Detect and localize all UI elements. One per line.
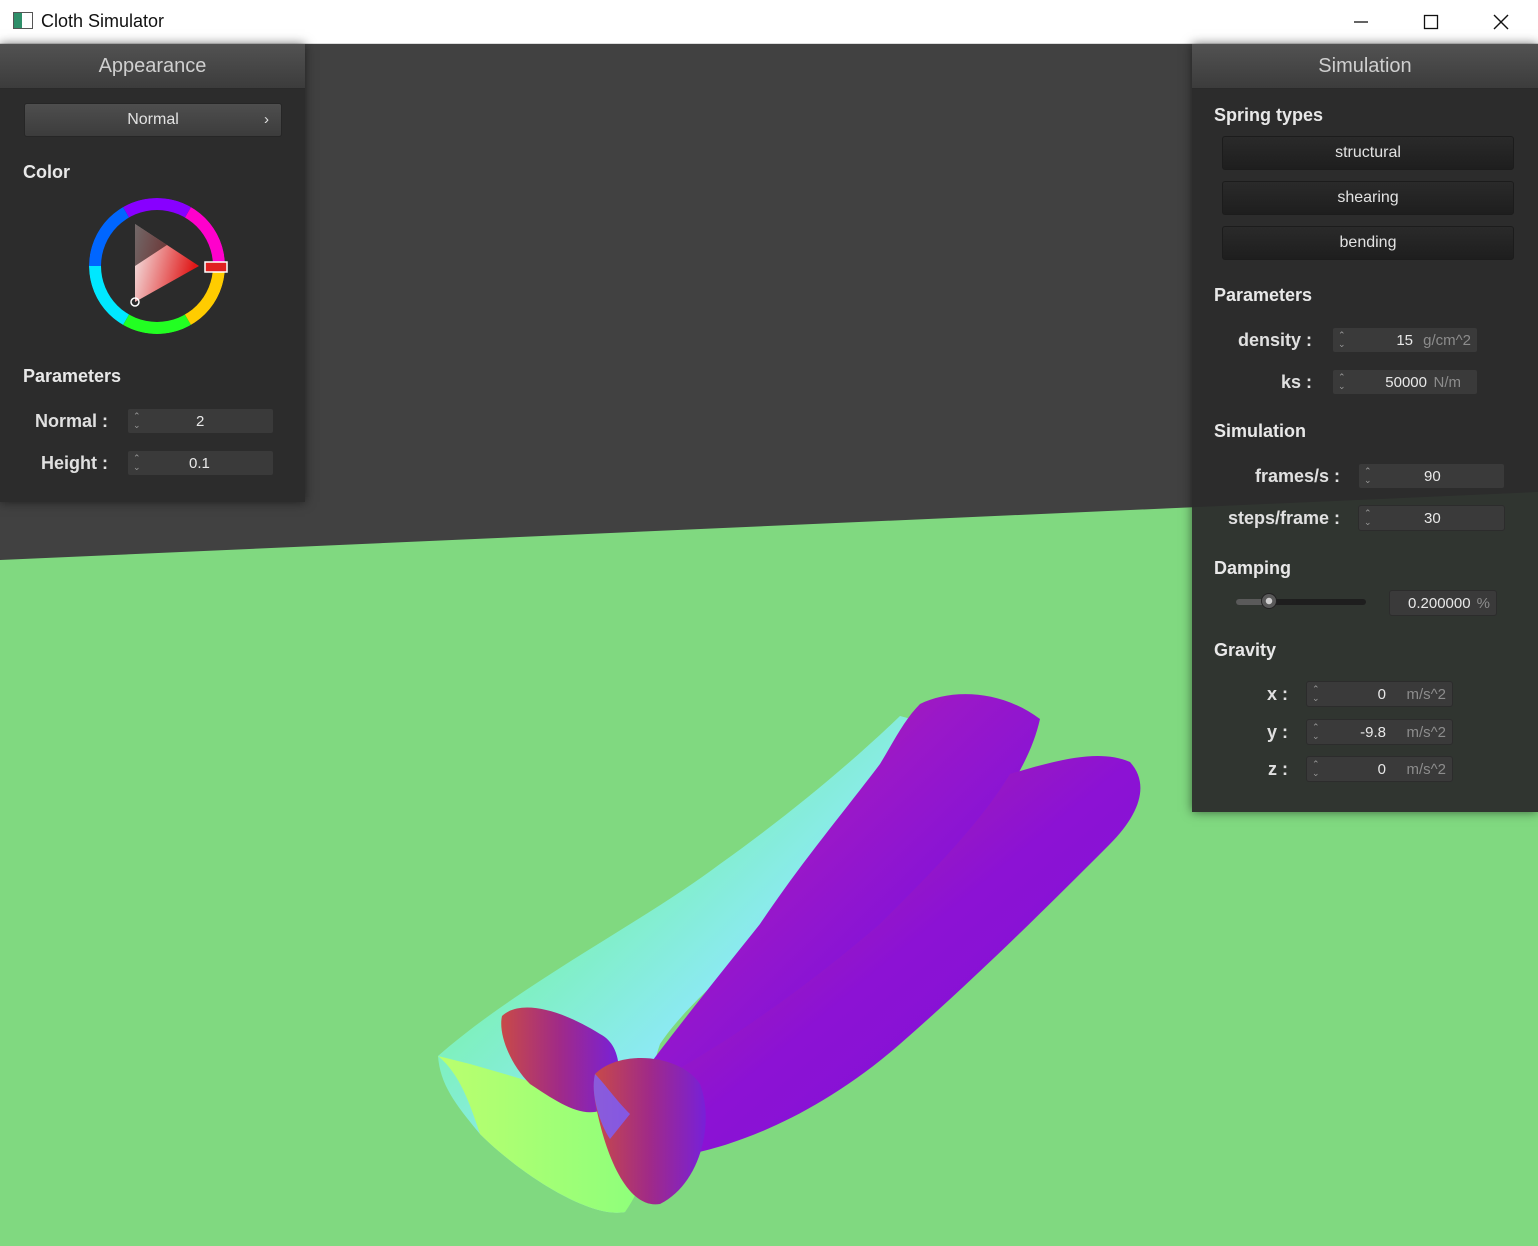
gravity-label: Gravity: [1214, 640, 1277, 660]
damping-unit: %: [1476, 595, 1490, 612]
hue-ring-marker[interactable]: [204, 261, 228, 273]
height-input[interactable]: ⌃ ⌄ 0.1: [127, 450, 274, 476]
normal-value: 2: [196, 413, 205, 430]
steps-value: 30: [1424, 510, 1441, 527]
spinner-icon[interactable]: ⌃ ⌄: [1338, 331, 1346, 349]
bending-toggle[interactable]: bending: [1222, 226, 1514, 260]
color-label: Color: [23, 162, 70, 182]
parameters-label: Parameters: [1214, 285, 1313, 305]
gravity-x-unit: m/s^2: [1406, 686, 1446, 703]
simulation-header: Simulation: [1192, 44, 1538, 89]
steps-input[interactable]: ⌃ ⌄ 30: [1358, 505, 1505, 531]
minimize-icon: [1354, 21, 1368, 23]
damping-label: Damping: [1214, 558, 1292, 578]
height-value: 0.1: [189, 455, 210, 472]
normal-input[interactable]: ⌃ ⌄ 2: [127, 408, 274, 434]
gravity-x-label: x :: [1266, 684, 1288, 704]
gravity-z-input[interactable]: ⌃ ⌄ 0 m/s^2: [1306, 756, 1453, 782]
spinner-icon[interactable]: ⌃ ⌄: [1338, 373, 1346, 391]
close-icon: [1493, 14, 1509, 30]
gravity-z-label: z :: [1268, 759, 1288, 779]
gravity-y-unit: m/s^2: [1406, 724, 1446, 741]
spinner-icon[interactable]: ⌃ ⌄: [1312, 723, 1320, 741]
density-unit: g/cm^2: [1423, 332, 1471, 349]
height-label: Height :: [41, 453, 108, 473]
spinner-icon[interactable]: ⌃ ⌄: [133, 412, 141, 430]
normal-label: Normal :: [34, 411, 108, 431]
density-input[interactable]: ⌃ ⌄ 15 g/cm^2: [1332, 327, 1478, 353]
ks-unit: N/m: [1433, 374, 1462, 391]
gravity-y-label: y :: [1266, 722, 1288, 742]
damping-slider[interactable]: [1236, 593, 1366, 609]
steps-label: steps/frame :: [1227, 508, 1340, 528]
parameters-label: Parameters: [23, 366, 122, 386]
gravity-z-unit: m/s^2: [1406, 761, 1446, 778]
fps-label: frames/s :: [1254, 466, 1340, 486]
shader-select-button[interactable]: Normal ›: [24, 103, 282, 137]
gravity-y-value: -9.8: [1360, 724, 1386, 741]
appearance-panel: Appearance Normal › Color Parameters Nor…: [0, 44, 305, 502]
fps-input[interactable]: ⌃ ⌄ 90: [1358, 463, 1505, 489]
appearance-header: Appearance: [0, 44, 305, 89]
spring-types-label: Spring types: [1214, 105, 1324, 125]
maximize-button[interactable]: [1396, 0, 1466, 44]
gravity-y-input[interactable]: ⌃ ⌄ -9.8 m/s^2: [1306, 719, 1453, 745]
shearing-toggle[interactable]: shearing: [1222, 181, 1514, 215]
damping-input[interactable]: 0.200000 %: [1389, 590, 1497, 616]
damping-slider-knob[interactable]: [1261, 593, 1277, 609]
maximize-icon: [1423, 14, 1439, 30]
minimize-button[interactable]: [1326, 0, 1396, 44]
damping-value: 0.200000: [1408, 595, 1471, 612]
color-wheel[interactable]: [87, 196, 233, 342]
app-icon: [13, 12, 33, 29]
shader-select-value: Normal: [127, 111, 179, 128]
ks-label: ks :: [1280, 372, 1312, 392]
window-title: Cloth Simulator: [41, 11, 165, 31]
spinner-icon[interactable]: ⌃ ⌄: [1364, 467, 1372, 485]
spinner-icon[interactable]: ⌃ ⌄: [1364, 509, 1372, 527]
gravity-z-value: 0: [1377, 761, 1386, 778]
gravity-x-value: 0: [1377, 686, 1386, 703]
spinner-icon[interactable]: ⌃ ⌄: [1312, 685, 1320, 703]
spinner-icon[interactable]: ⌃ ⌄: [133, 454, 141, 472]
ks-input[interactable]: ⌃ ⌄ 50000 N/m: [1332, 369, 1478, 395]
simulation-section-label: Simulation: [1214, 421, 1307, 441]
spinner-icon[interactable]: ⌃ ⌄: [1312, 760, 1320, 778]
simulation-panel: Simulation Spring types structural shear…: [1192, 44, 1538, 812]
title-bar: Cloth Simulator: [0, 0, 1538, 44]
structural-toggle[interactable]: structural: [1222, 136, 1514, 170]
density-value: 15: [1396, 332, 1413, 349]
chevron-right-icon: ›: [264, 111, 269, 128]
ks-value: 50000: [1385, 374, 1427, 391]
close-button[interactable]: [1466, 0, 1536, 44]
gravity-x-input[interactable]: ⌃ ⌄ 0 m/s^2: [1306, 681, 1453, 707]
density-label: density :: [1237, 330, 1312, 350]
fps-value: 90: [1424, 468, 1441, 485]
